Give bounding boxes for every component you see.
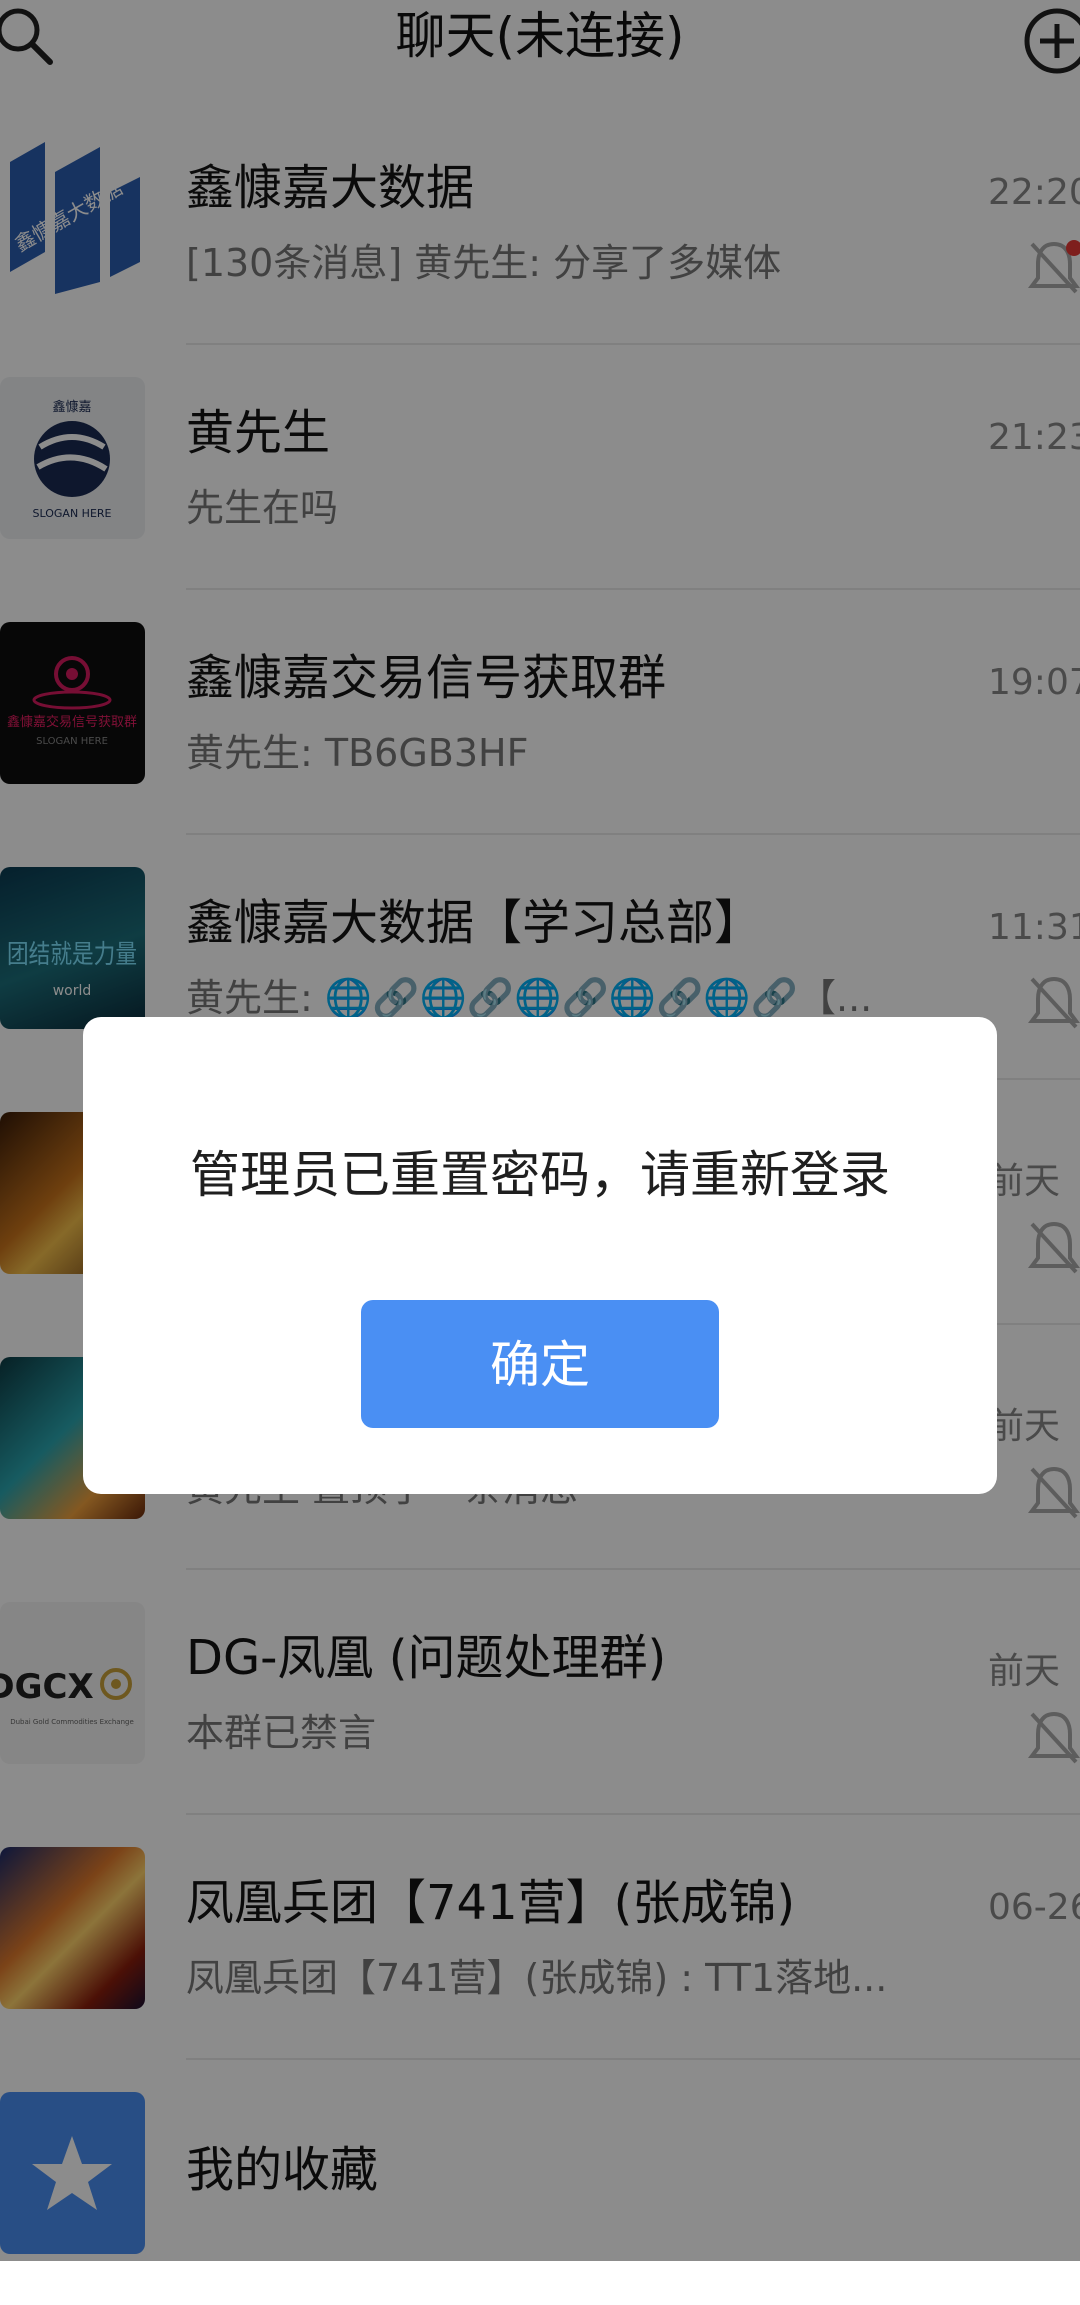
- confirm-button[interactable]: 确定: [361, 1300, 719, 1428]
- dialog-message: 管理员已重置密码，请重新登录: [190, 1146, 890, 1204]
- alert-dialog: 管理员已重置密码，请重新登录 确定: [83, 1017, 997, 1494]
